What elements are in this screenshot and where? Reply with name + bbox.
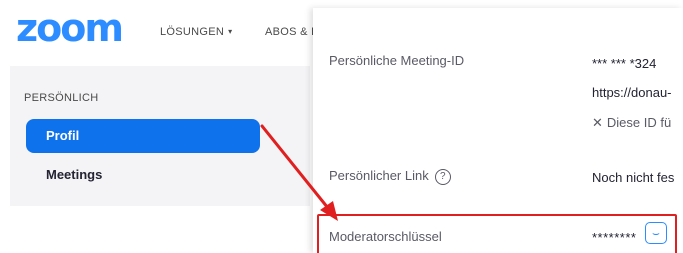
nav-solutions-label: LÖSUNGEN: [160, 26, 225, 38]
show-host-key-button[interactable]: ⌣: [645, 222, 667, 244]
zoom-logo[interactable]: zoom: [16, 6, 124, 50]
id-note-text: Diese ID fü: [606, 115, 672, 130]
nav-solutions-menu[interactable]: LÖSUNGEN ▾: [160, 26, 232, 38]
personal-link-label-text: Persönlicher Link: [329, 168, 429, 183]
sidebar-heading: PERSÖNLICH: [24, 92, 99, 104]
nav-plans-menu[interactable]: ABOS & P: [265, 26, 319, 38]
meeting-id-value: *** *** *324: [592, 56, 657, 71]
profile-settings-panel: Persönliche Meeting-ID *** *** *324 http…: [313, 8, 683, 253]
sidebar-item-label: Meetings: [46, 167, 103, 182]
help-icon[interactable]: ?: [434, 169, 451, 185]
chevron-down-icon: ▾: [228, 27, 233, 36]
meeting-id-label: Persönliche Meeting-ID: [329, 53, 465, 68]
host-key-value: ********: [592, 230, 637, 245]
nav-plans-label: ABOS & P: [265, 26, 319, 38]
close-icon: ✕: [592, 115, 603, 130]
host-key-label: Moderatorschlüssel: [329, 229, 442, 244]
sidebar: PERSÖNLICH Profil Meetings: [10, 66, 310, 206]
sidebar-item-meetings[interactable]: Meetings: [26, 158, 260, 192]
personal-link-label: Persönlicher Link?: [329, 168, 451, 185]
sidebar-item-profile[interactable]: Profil: [26, 119, 260, 153]
personal-link-value: Noch nicht fes: [592, 170, 675, 185]
sidebar-item-label: Profil: [46, 128, 80, 143]
meeting-url-link[interactable]: https://donau-: [592, 85, 672, 100]
id-note: ✕ Diese ID fü: [592, 115, 671, 131]
